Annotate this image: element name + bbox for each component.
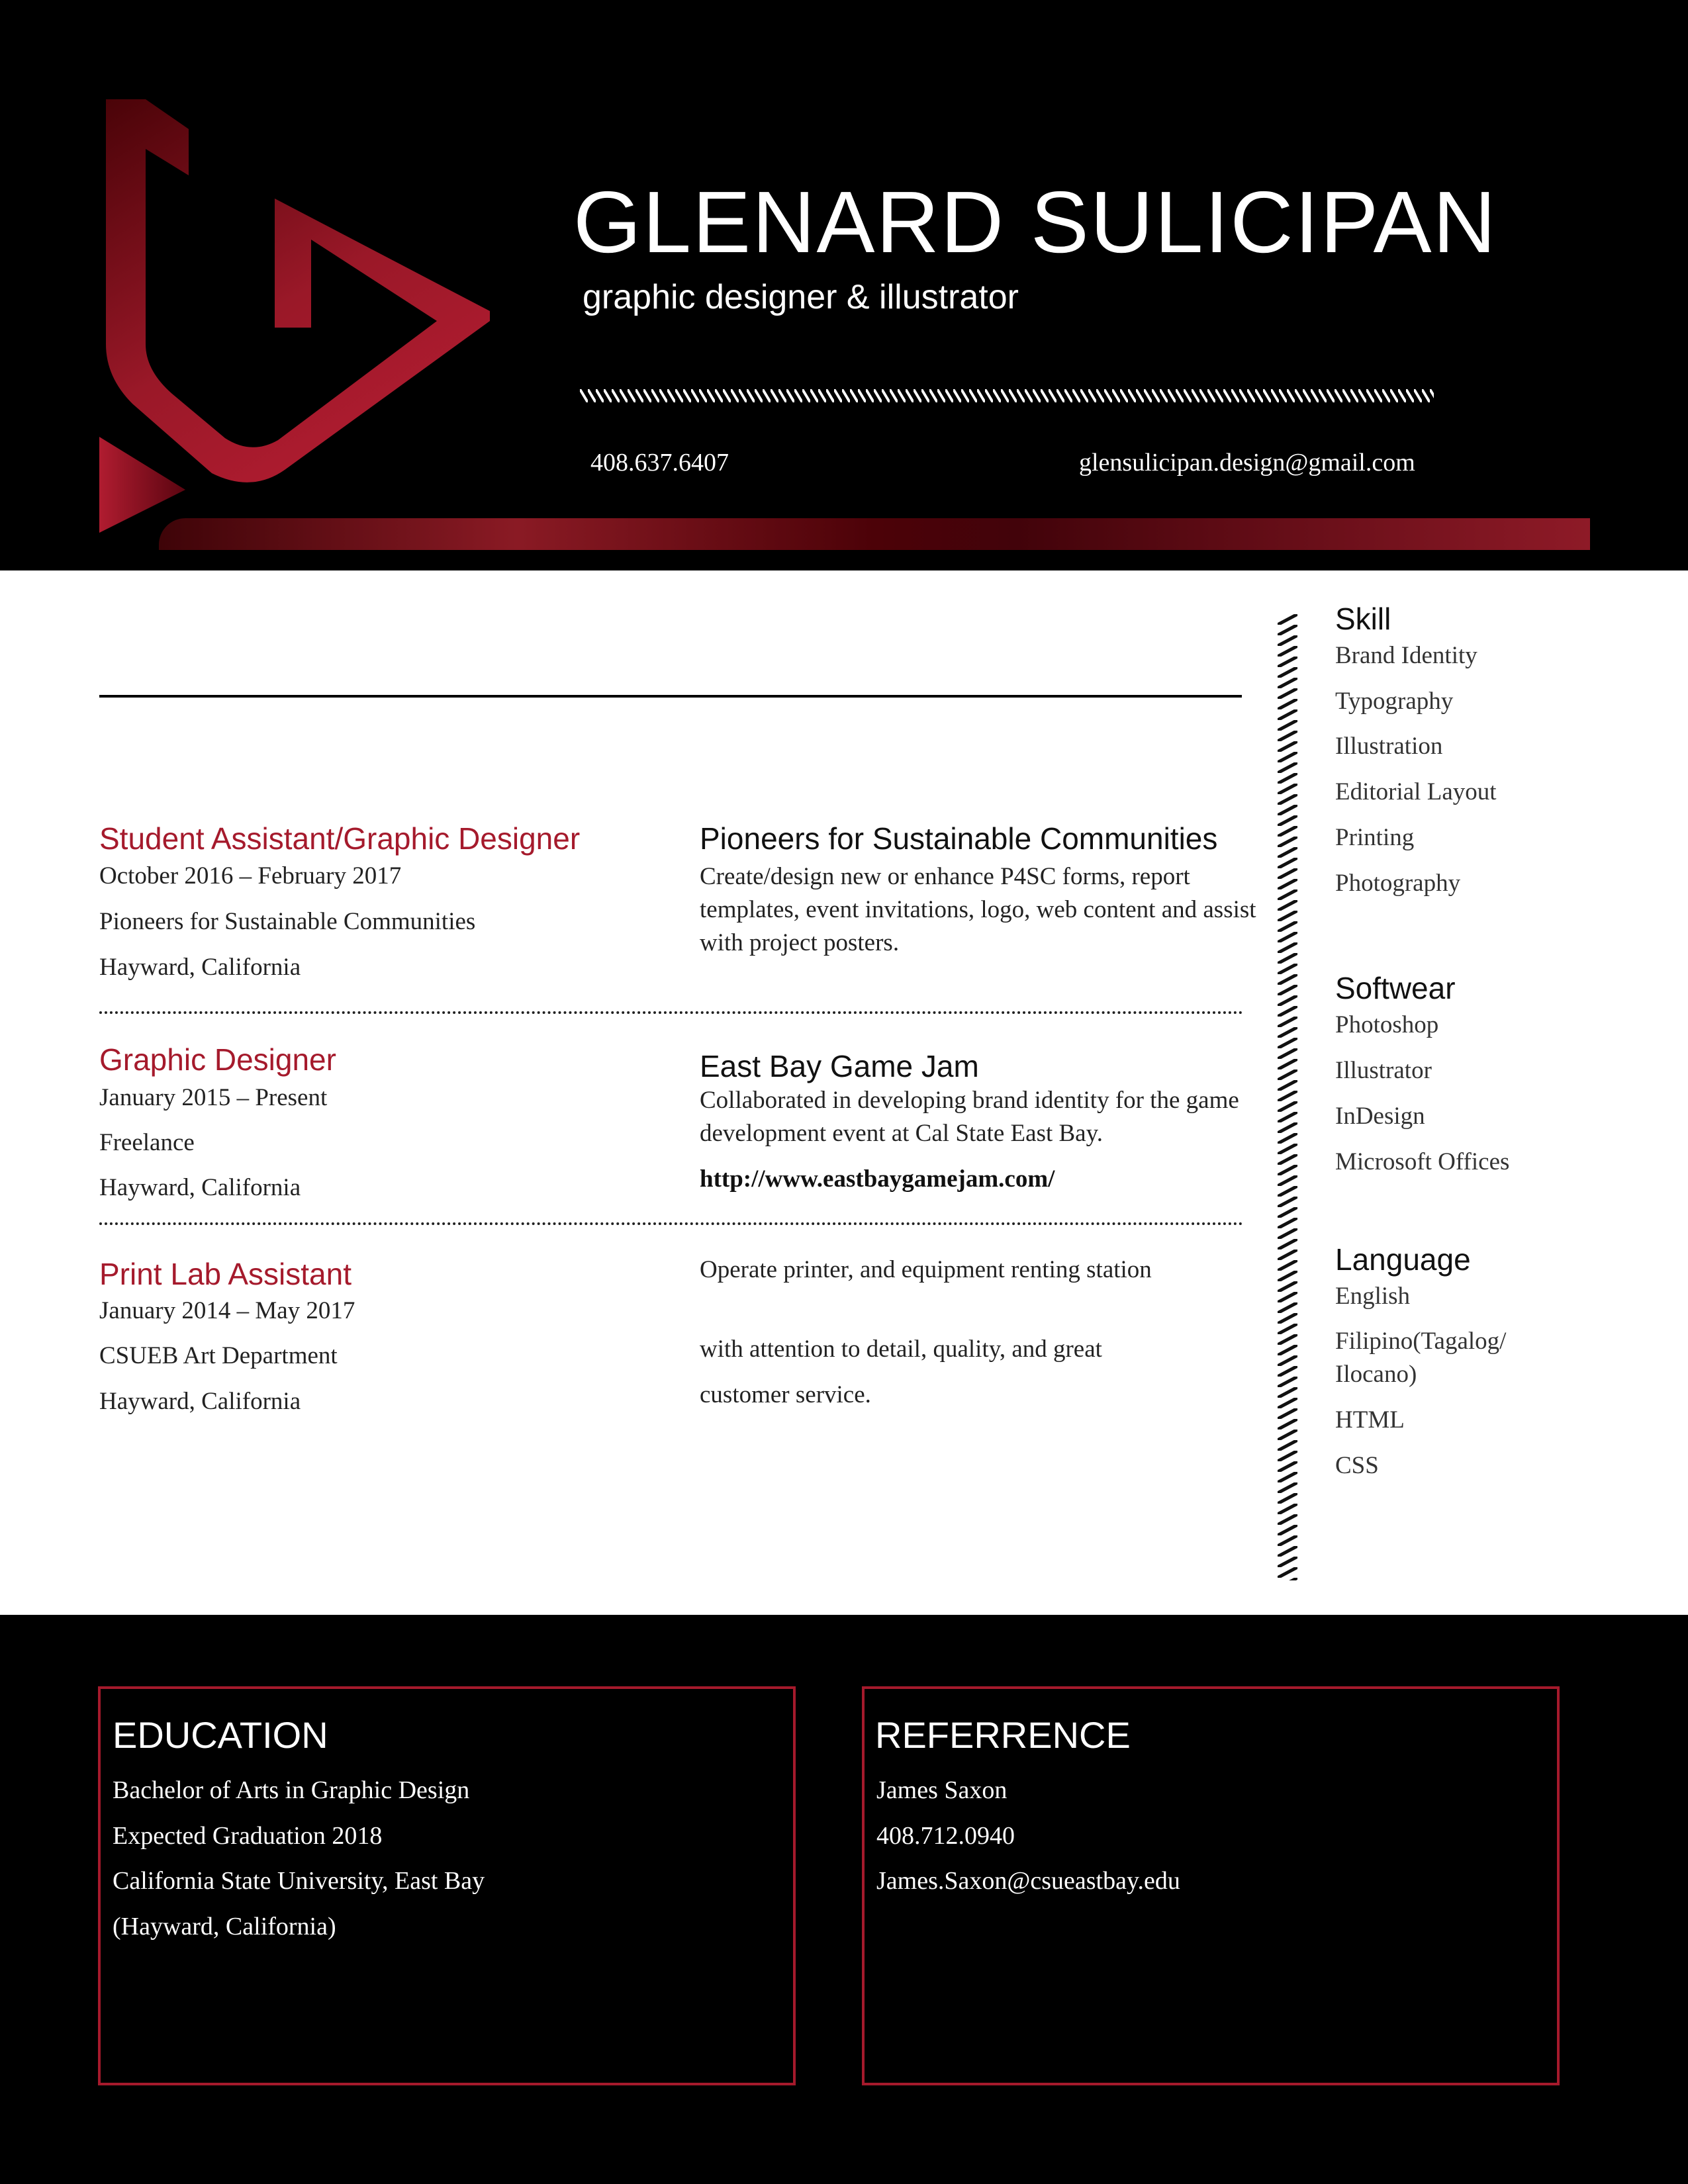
skill-item: Photography <box>1335 870 1461 897</box>
reference-heading: REFERRENCE <box>875 1714 1131 1756</box>
header-phone[interactable]: 408.637.6407 <box>590 448 729 477</box>
education-line: California State University, East Bay <box>113 1867 485 1895</box>
language-item: Ilocano) <box>1335 1361 1417 1388</box>
project-link[interactable]: http://www.eastbaygamejam.com/ <box>700 1165 1055 1193</box>
header-email[interactable]: glensulicipan.design@gmail.com <box>1079 448 1415 477</box>
education-line: (Hayward, California) <box>113 1913 336 1940</box>
education-heading: EDUCATION <box>113 1714 328 1756</box>
header-gradient-bar <box>159 518 1590 550</box>
project-title: Pioneers for Sustainable Communities <box>700 821 1218 856</box>
skill-item: Illustration <box>1335 733 1443 760</box>
software-item: InDesign <box>1335 1103 1425 1130</box>
language-item: Filipino(Tagalog/ <box>1335 1328 1507 1355</box>
dotted-divider <box>99 1222 1243 1225</box>
education-line: Expected Graduation 2018 <box>113 1822 383 1850</box>
reference-name: James Saxon <box>876 1776 1008 1804</box>
job-title: Graphic Designer <box>99 1042 336 1077</box>
candidate-subtitle: graphic designer & illustrator <box>583 278 1019 316</box>
gs-monogram-logo <box>99 99 490 533</box>
software-item: Microsoft Offices <box>1335 1148 1510 1175</box>
job-location: Hayward, California <box>99 1388 301 1415</box>
language-item: English <box>1335 1283 1411 1310</box>
education-line: Bachelor of Arts in Graphic Design <box>113 1776 470 1804</box>
job-title: Print Lab Assistant <box>99 1257 352 1291</box>
project-description: Create/design new or enhance P4SC forms,… <box>700 863 1256 956</box>
vertical-zigzag-divider <box>1278 614 1297 1580</box>
reference-phone[interactable]: 408.712.0940 <box>876 1823 1015 1848</box>
job-location: Hayward, California <box>99 954 301 981</box>
zigzag-divider <box>580 389 1434 402</box>
candidate-name: GLENARD SULICIPAN <box>573 173 1497 271</box>
job-description-line: with attention to detail, quality, and g… <box>700 1336 1102 1363</box>
skill-item: Typography <box>1335 688 1454 715</box>
language-item: CSS <box>1335 1452 1379 1479</box>
job-description-line: customer service. <box>700 1381 871 1408</box>
job-description: Operate printer, and equipment renting s… <box>700 1256 1152 1283</box>
job-organization: CSUEB Art Department <box>99 1342 338 1369</box>
project-title: East Bay Game Jam <box>700 1049 979 1083</box>
job-dates: October 2016 – February 2017 <box>99 862 402 889</box>
skill-heading: Skill <box>1335 602 1391 636</box>
software-heading: Softwear <box>1335 971 1456 1005</box>
project-description: Collaborated in developing brand identit… <box>700 1087 1239 1147</box>
skill-item: Printing <box>1335 824 1415 851</box>
job-dates: January 2015 – Present <box>99 1084 328 1111</box>
job-dates: January 2014 – May 2017 <box>99 1297 355 1324</box>
section-rule <box>99 695 1242 698</box>
job-organization: Freelance <box>99 1129 195 1156</box>
language-item: HTML <box>1335 1406 1405 1433</box>
software-item: Photoshop <box>1335 1011 1439 1038</box>
skill-item: Brand Identity <box>1335 642 1477 669</box>
job-location: Hayward, California <box>99 1174 301 1201</box>
job-organization: Pioneers for Sustainable Communities <box>99 908 476 935</box>
language-heading: Language <box>1335 1242 1471 1277</box>
software-item: Illustrator <box>1335 1057 1432 1084</box>
dotted-divider <box>99 1011 1243 1014</box>
reference-email[interactable]: James.Saxon@csueastbay.edu <box>876 1868 1180 1893</box>
skill-item: Editorial Layout <box>1335 778 1497 805</box>
job-title: Student Assistant/Graphic Designer <box>99 821 581 856</box>
